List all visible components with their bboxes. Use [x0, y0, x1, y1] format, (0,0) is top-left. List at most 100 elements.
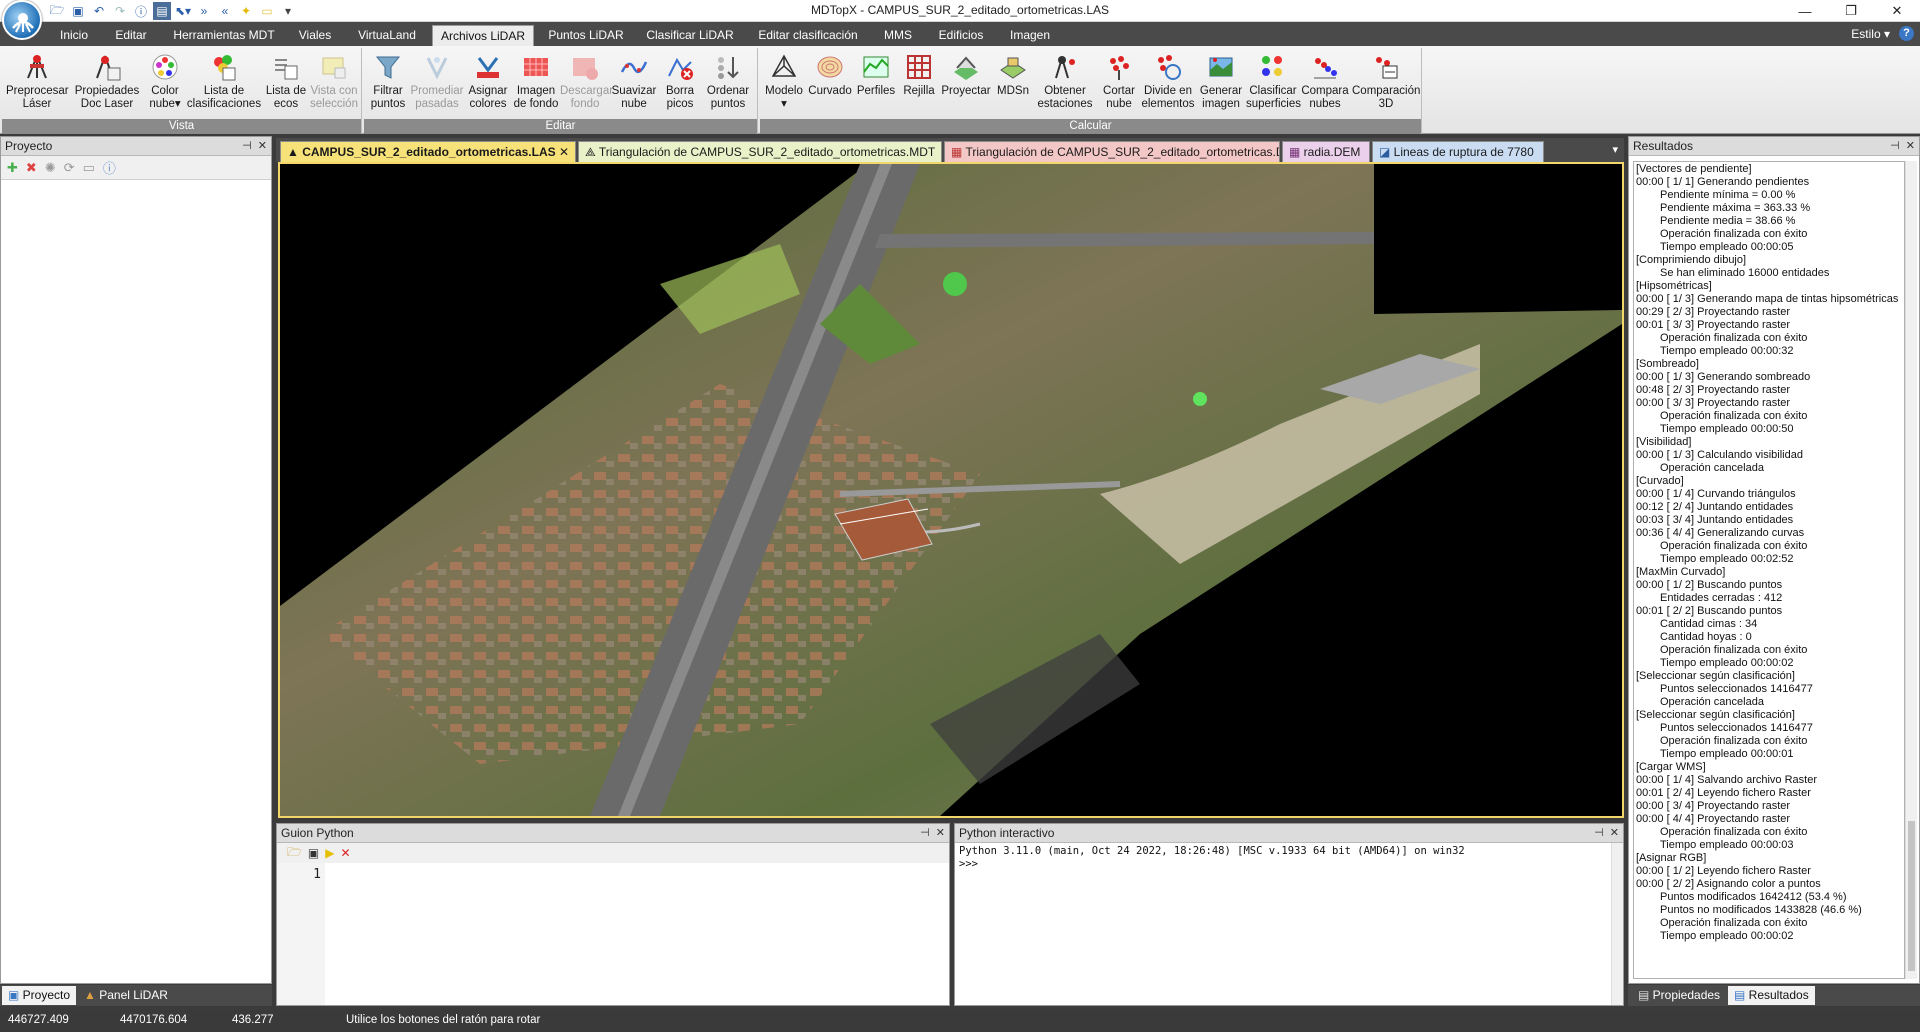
results-scrollbar[interactable] [1905, 161, 1917, 979]
close-button[interactable]: ✕ [1874, 0, 1920, 22]
borra-picos-button[interactable]: Borra picos [660, 50, 700, 116]
open-folder-icon[interactable]: 🗁 [48, 2, 66, 20]
promediar-pasadas-button[interactable]: Promediar pasadas [408, 50, 466, 116]
tab-proyecto[interactable]: ▣ Proyecto [2, 986, 77, 1005]
maximize-button[interactable]: ❐ [1828, 0, 1874, 22]
app-logo-icon[interactable] [2, 0, 42, 40]
style-menu[interactable]: Estilo ▾ [1851, 27, 1890, 41]
descargar-fondo-label: Descargar fondo [560, 85, 614, 110]
ordenar-puntos-button[interactable]: Ordenar puntos [702, 50, 754, 116]
color-nube-button[interactable]: Color nube▾ [144, 50, 186, 116]
divide-elementos-button[interactable]: Divide en elementos [1140, 50, 1196, 116]
perfiles-button[interactable]: Perfiles [854, 50, 898, 116]
pin-icon[interactable]: ⊣ [1594, 827, 1604, 839]
preprocesar-laser-button[interactable]: Preprocesar Láser [6, 50, 69, 116]
save-icon[interactable]: ▣ [69, 2, 87, 20]
comparacion-3d-button[interactable]: Comparación 3D [1352, 50, 1420, 116]
proyectar-button[interactable]: Proyectar [940, 50, 992, 116]
tab-imagen[interactable]: Imagen [1002, 25, 1058, 46]
tab-puntos-lidar[interactable]: Puntos LiDAR [542, 25, 630, 46]
close-icon[interactable]: ✕ [1906, 140, 1915, 152]
clasificar-superficies-button[interactable]: Clasificar superficies [1246, 50, 1301, 116]
tab-panel-lidar[interactable]: ▲ Panel LiDAR [78, 986, 174, 1005]
pin-icon[interactable]: ⊣ [920, 827, 930, 839]
tab-viales[interactable]: Viales [290, 25, 340, 46]
tab-editar[interactable]: Editar [106, 25, 156, 46]
point-cloud-viewport[interactable] [278, 162, 1624, 818]
minimize-button[interactable]: — [1782, 0, 1828, 22]
help-icon[interactable]: ? [1899, 26, 1914, 41]
tab-archivos-lidar[interactable]: Archivos LiDAR [432, 25, 534, 46]
console-line: Python 3.11.0 (main, Oct 24 2022, 18:26:… [959, 845, 1465, 857]
background-image-icon [524, 58, 548, 76]
lista-clasificaciones-button[interactable]: Lista de clasificaciones [186, 50, 262, 116]
close-icon[interactable]: ✕ [1610, 827, 1619, 839]
propiedades-doc-laser-button[interactable]: Propiedades Doc Laser [72, 50, 142, 116]
back-icon[interactable]: « [216, 2, 234, 20]
doc-tab-radia[interactable]: ▦ radia.DEM [1282, 141, 1370, 162]
customize-icon[interactable]: ▾ [279, 2, 297, 20]
tab-edificios[interactable]: Edificios [930, 25, 992, 46]
tab-herramientas-mdt[interactable]: Herramientas MDT [166, 25, 282, 46]
tab-editar-clasificacion[interactable]: Editar clasificación [750, 25, 866, 46]
tab-clasificar-lidar[interactable]: Clasificar LiDAR [640, 25, 740, 46]
lightbulb-icon[interactable]: ✺ [45, 160, 56, 176]
doc-tab-mdt[interactable]: ⟁ Triangulación de CAMPUS_SUR_2_editado_… [578, 141, 942, 162]
modelo-button[interactable]: Modelo ▾ [762, 50, 806, 116]
delete-icon[interactable]: ✖ [26, 160, 37, 176]
tab-propiedades[interactable]: ▤ Propiedades [1632, 986, 1726, 1005]
tab-inicio[interactable]: Inicio [52, 25, 96, 46]
classification-list-icon [214, 55, 236, 81]
window-icon[interactable]: ▭ [83, 160, 95, 176]
close-icon[interactable]: ✕ [258, 140, 267, 152]
info-icon[interactable]: ⓘ [132, 2, 150, 20]
pin-icon[interactable]: ⊣ [1890, 140, 1900, 152]
pin-icon[interactable]: ⊣ [242, 140, 252, 152]
console-prompt: >>> [959, 858, 978, 870]
cortar-nube-button[interactable]: Cortar nube [1098, 50, 1140, 116]
tab-mms[interactable]: MMS [876, 25, 920, 46]
doc-tab-dem[interactable]: ▦ Triangulación de CAMPUS_SUR_2_editado_… [944, 141, 1280, 162]
run-icon[interactable]: ▶ [325, 846, 334, 860]
open-folder-icon[interactable]: 🗁 [287, 843, 302, 864]
descargar-fondo-button[interactable]: Descargar fondo [560, 50, 614, 116]
console-scrollbar[interactable] [1611, 843, 1623, 1005]
results-log[interactable]: [Vectores de pendiente] 00:00 [ 1/ 1] Gen… [1633, 161, 1905, 979]
note-icon[interactable]: ▭ [258, 2, 276, 20]
print-icon[interactable]: ▤ [153, 2, 171, 20]
obtener-estaciones-button[interactable]: Obtener estaciones [1034, 50, 1096, 116]
mdsn-button[interactable]: MDSn [992, 50, 1034, 116]
generar-imagen-button[interactable]: Generar imagen [1196, 50, 1246, 116]
scrollbar-thumb[interactable] [1908, 821, 1915, 971]
imagen-fondo-button[interactable]: Imagen de fondo [512, 50, 560, 116]
save-icon[interactable]: ▣ [308, 846, 319, 860]
add-icon[interactable]: ✚ [7, 160, 18, 176]
highlight-icon[interactable]: ✦ [237, 2, 255, 20]
tab-resultados[interactable]: ▤ Resultados [1728, 986, 1815, 1005]
lines-file-icon: ◪ [1379, 145, 1394, 159]
info-icon[interactable]: ⓘ [103, 158, 116, 177]
rejilla-button[interactable]: Rejilla [898, 50, 940, 116]
refresh-icon[interactable]: ⟳ [64, 160, 75, 176]
suavizar-nube-button[interactable]: Suavizar nube [610, 50, 658, 116]
asignar-colores-button[interactable]: Asignar colores [466, 50, 510, 116]
curvado-button[interactable]: Curvado [806, 50, 854, 116]
doc-tab-lineas[interactable]: ◪ Lineas de ruptura de 7780 [1372, 141, 1544, 162]
tab-virtualand[interactable]: VirtuaLand [350, 25, 424, 46]
close-icon[interactable]: ✕ [936, 827, 945, 839]
lista-ecos-button[interactable]: Lista de ecos [264, 50, 308, 116]
stop-icon[interactable]: ✕ [340, 846, 350, 860]
script-editor[interactable] [325, 863, 949, 1005]
vista-seleccion-button[interactable]: Vista con selección [308, 50, 360, 116]
python-console[interactable]: Python 3.11.0 (main, Oct 24 2022, 18:26:… [955, 843, 1615, 873]
filtrar-puntos-button[interactable]: Filtrar puntos [366, 50, 410, 116]
close-icon[interactable]: ✕ [559, 142, 569, 162]
compara-nubes-button[interactable]: Compara nubes [1300, 50, 1350, 116]
forward-icon[interactable]: » [195, 2, 213, 20]
undo-icon[interactable]: ↶ [90, 2, 108, 20]
select-icon[interactable]: ⬉▾ [174, 2, 192, 20]
redo-icon[interactable]: ↷ [111, 2, 129, 20]
doc-tab-las[interactable]: ▲ CAMPUS_SUR_2_editado_ortometricas.LAS … [280, 141, 576, 162]
tab-list-icon[interactable]: ▾ [1612, 143, 1618, 156]
color-nube-label: Color nube▾ [149, 85, 181, 110]
